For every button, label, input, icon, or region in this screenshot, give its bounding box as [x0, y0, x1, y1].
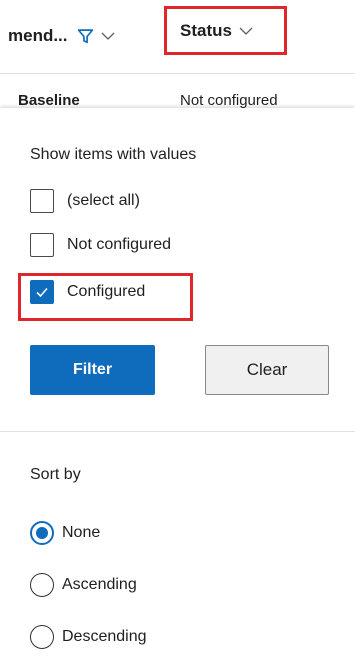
radio-selected-dot [36, 527, 48, 539]
sort-option-label: Ascending [62, 576, 137, 593]
configured-checkbox[interactable] [30, 280, 54, 304]
filter-button[interactable]: Filter [30, 345, 155, 395]
row-status-cell: Not configured [180, 92, 278, 109]
row-name-cell: Baseline [18, 92, 80, 109]
none-radio[interactable] [30, 521, 54, 545]
recommendation-column-header[interactable]: mend... [8, 22, 116, 50]
filter-option-not-configured[interactable]: Not configured [30, 233, 171, 257]
filter-panel-title: Show items with values [30, 146, 197, 163]
filter-dropdown-panel: Show items with values (select all) Not … [0, 108, 355, 672]
sort-option-descending[interactable]: Descending [30, 625, 147, 649]
chevron-down-icon[interactable] [238, 23, 254, 39]
filter-option-label: Configured [67, 283, 146, 300]
sort-option-label: None [62, 524, 101, 541]
filter-option-label: (select all) [67, 192, 140, 209]
chevron-down-icon[interactable] [100, 28, 116, 44]
checkmark-icon [36, 287, 48, 298]
filter-option-label: Not configured [67, 236, 172, 253]
not-configured-checkbox[interactable] [30, 233, 54, 257]
select-all-checkbox[interactable] [30, 189, 54, 213]
filter-icon[interactable] [77, 28, 94, 45]
descending-radio[interactable] [30, 625, 54, 649]
panel-divider [0, 431, 355, 432]
recommendation-column-label: mend... [8, 26, 68, 45]
filter-option-select-all[interactable]: (select all) [30, 189, 140, 213]
sort-option-none[interactable]: None [30, 521, 100, 545]
ascending-radio[interactable] [30, 573, 54, 597]
clear-button[interactable]: Clear [205, 345, 329, 395]
sort-option-label: Descending [62, 628, 147, 645]
filter-option-configured[interactable]: Configured [30, 280, 145, 304]
sort-by-title: Sort by [30, 466, 81, 483]
column-header-bar: mend... Status [0, 0, 355, 74]
status-column-header[interactable]: Status [164, 6, 287, 55]
status-column-label: Status [180, 20, 232, 40]
sort-option-ascending[interactable]: Ascending [30, 573, 137, 597]
header-divider [0, 73, 355, 74]
